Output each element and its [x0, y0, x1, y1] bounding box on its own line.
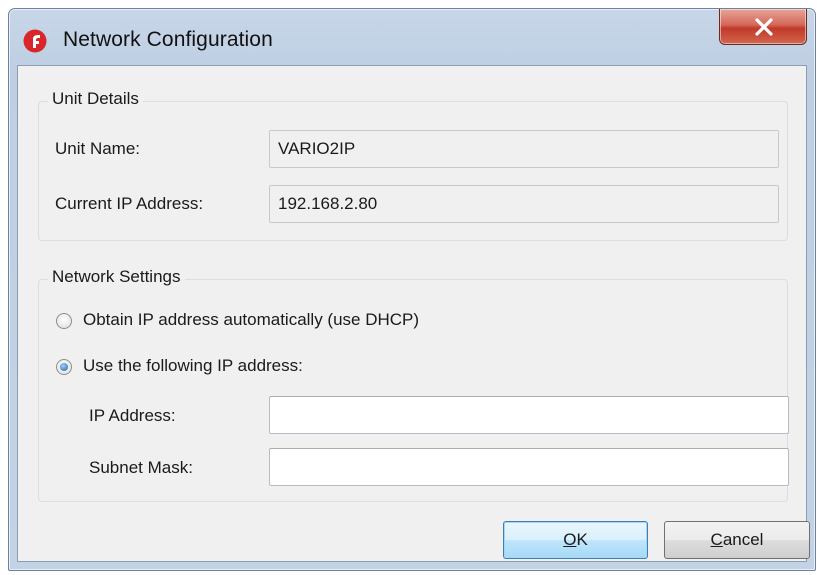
dhcp-radio-label[interactable]: Obtain IP address automatically (use DHC…	[83, 310, 419, 330]
current-ip-field: 192.168.2.80	[269, 185, 779, 223]
current-ip-label: Current IP Address:	[55, 194, 204, 213]
unit-name-field: VARIO2IP	[269, 130, 779, 168]
cancel-button[interactable]: Cancel	[664, 521, 810, 559]
ip-address-label: IP Address:	[89, 406, 176, 425]
ip-address-input[interactable]	[269, 396, 789, 434]
dhcp-radio[interactable]	[56, 313, 72, 329]
ok-mnemonic: O	[563, 530, 577, 549]
close-icon	[755, 18, 773, 36]
window-title: Network Configuration	[63, 28, 273, 51]
ok-button[interactable]: OK	[503, 521, 648, 559]
unit-details-group: Unit Details Unit Name: VARIO2IP Current…	[38, 89, 788, 241]
title-bar[interactable]: Network Configuration	[9, 9, 815, 61]
dialog-client-area: Unit Details Unit Name: VARIO2IP Current…	[17, 65, 810, 562]
subnet-mask-input[interactable]	[269, 448, 789, 486]
static-ip-radio-label[interactable]: Use the following IP address:	[83, 356, 303, 376]
dialog-window: Network Configuration Unit Details Unit …	[8, 8, 816, 571]
network-settings-group: Network Settings Obtain IP address autom…	[38, 267, 789, 502]
unit-details-legend: Unit Details	[48, 89, 143, 109]
cancel-label-rest: ancel	[722, 530, 764, 549]
static-ip-radio[interactable]	[56, 359, 72, 375]
unit-name-label: Unit Name:	[55, 139, 141, 158]
ok-label-rest: K	[576, 530, 588, 549]
subnet-mask-label: Subnet Mask:	[89, 458, 193, 477]
cancel-mnemonic: C	[710, 530, 723, 549]
network-settings-legend: Network Settings	[48, 267, 185, 287]
close-button[interactable]	[719, 9, 807, 45]
app-logo-icon	[23, 29, 47, 53]
